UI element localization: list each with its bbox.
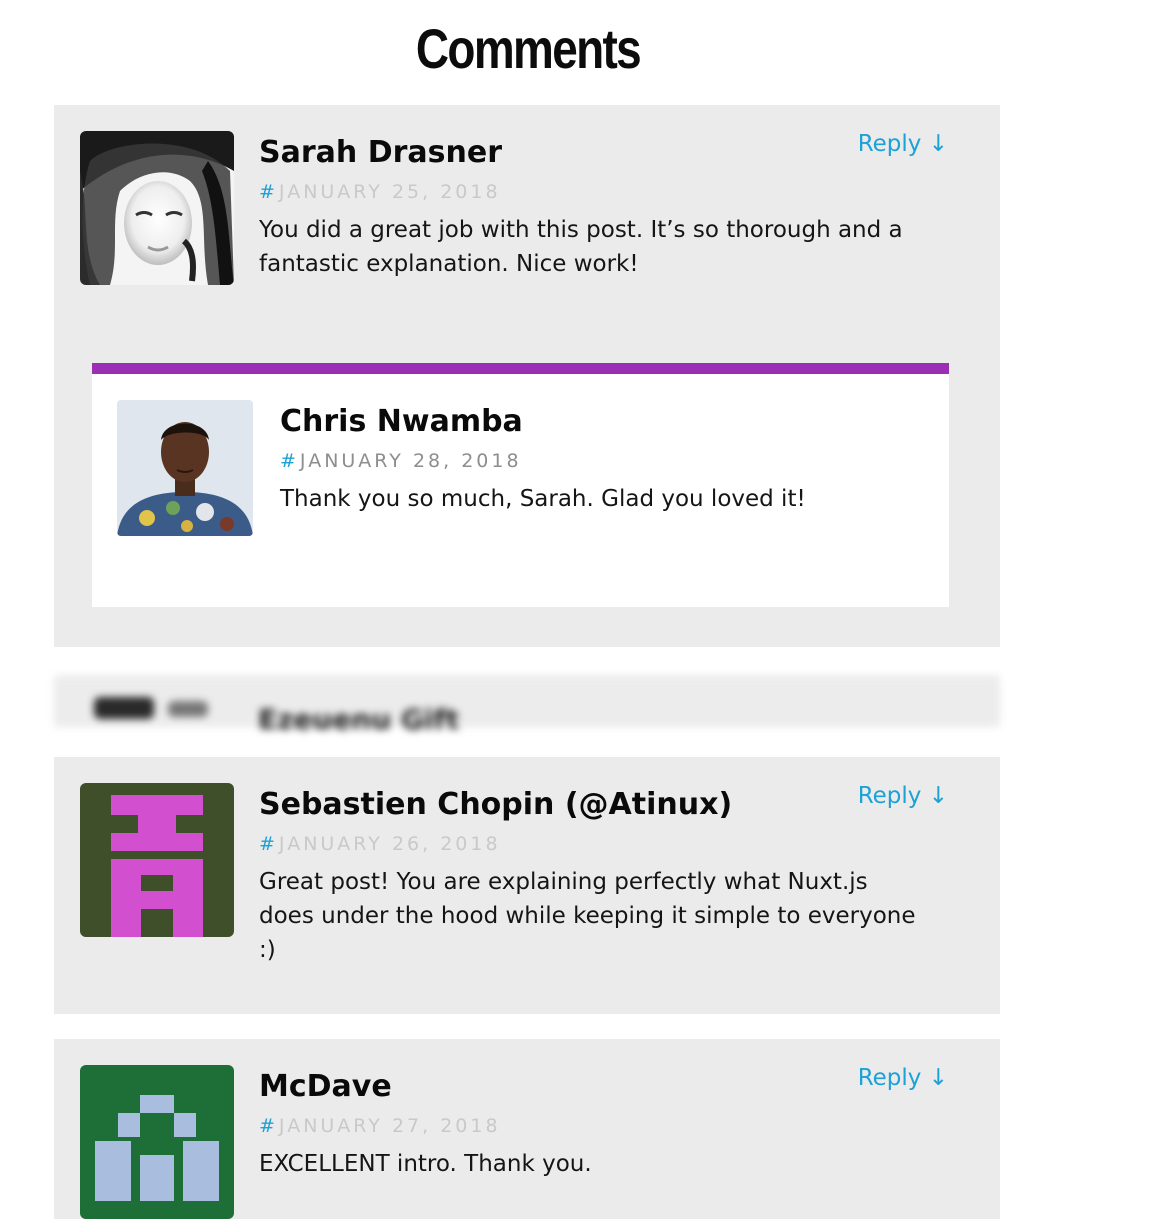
comment-date: JANUARY 25, 2018 [278,181,501,203]
identicon-icon [80,1065,234,1219]
comment-body: Chris Nwamba # JANUARY 28, 2018 Thank you… [280,400,940,516]
comment-meta: # JANUARY 26, 2018 [259,829,919,859]
comment-text: You did a great job with this post. It’s… [259,217,903,277]
comment-text: EXCELLENT intro. Thank you. [259,1151,592,1177]
avatar [80,131,234,285]
page-title: Comments [415,17,642,80]
comment-text: Thank you so much, Sarah. Glad you loved… [280,486,806,512]
avatar [88,689,238,719]
avatar [117,400,253,536]
comment-body: McDave # JANUARY 27, 2018 EXCELLENT intro… [259,1065,919,1181]
comment-date: JANUARY 27, 2018 [278,1115,501,1137]
comment-author: Sebastien Chopin (@Atinux) [259,787,733,822]
reply-button[interactable]: Reply ↓ [858,131,948,157]
comment-author: McDave [259,1069,392,1104]
comment-author: Sarah Drasner [259,135,502,170]
comment-permalink[interactable]: # [259,181,275,203]
reply-comment-card: Chris Nwamba # JANUARY 28, 2018 Thank you… [92,363,949,607]
author-photo-icon [80,131,234,285]
identicon-icon [80,783,234,937]
comment-permalink[interactable]: # [259,833,275,855]
comment-meta: # JANUARY 25, 2018 [259,177,919,207]
comment-date: JANUARY 28, 2018 [299,450,522,472]
comment-card: Sebastien Chopin (@Atinux) # JANUARY 26, … [54,757,1000,1014]
comment-meta: # JANUARY 28, 2018 [280,446,940,476]
comment-text: Great post! You are explaining perfectly… [259,869,916,963]
blurred-comment-card: Ezeuenu Gift [54,675,1000,736]
avatar [80,1065,234,1219]
reply-button[interactable]: Reply ↓ [858,783,948,809]
comment-date: JANUARY 26, 2018 [278,833,501,855]
comment-permalink[interactable]: # [280,450,296,472]
comment-card: Sarah Drasner # JANUARY 25, 2018 You did … [54,105,1000,647]
comment-permalink[interactable]: # [259,1115,275,1137]
comment-author: Ezeuenu Gift [258,703,460,736]
comment-card: McDave # JANUARY 27, 2018 EXCELLENT intro… [54,1039,1000,1219]
reply-button[interactable]: Reply ↓ [858,1065,948,1091]
comment-author: Chris Nwamba [280,404,523,439]
avatar [80,783,234,937]
comment-meta: # JANUARY 27, 2018 [259,1111,919,1141]
comment-body: Sebastien Chopin (@Atinux) # JANUARY 26, … [259,783,919,967]
comment-body: Sarah Drasner # JANUARY 25, 2018 You did … [259,131,919,281]
author-photo-icon [117,400,253,536]
